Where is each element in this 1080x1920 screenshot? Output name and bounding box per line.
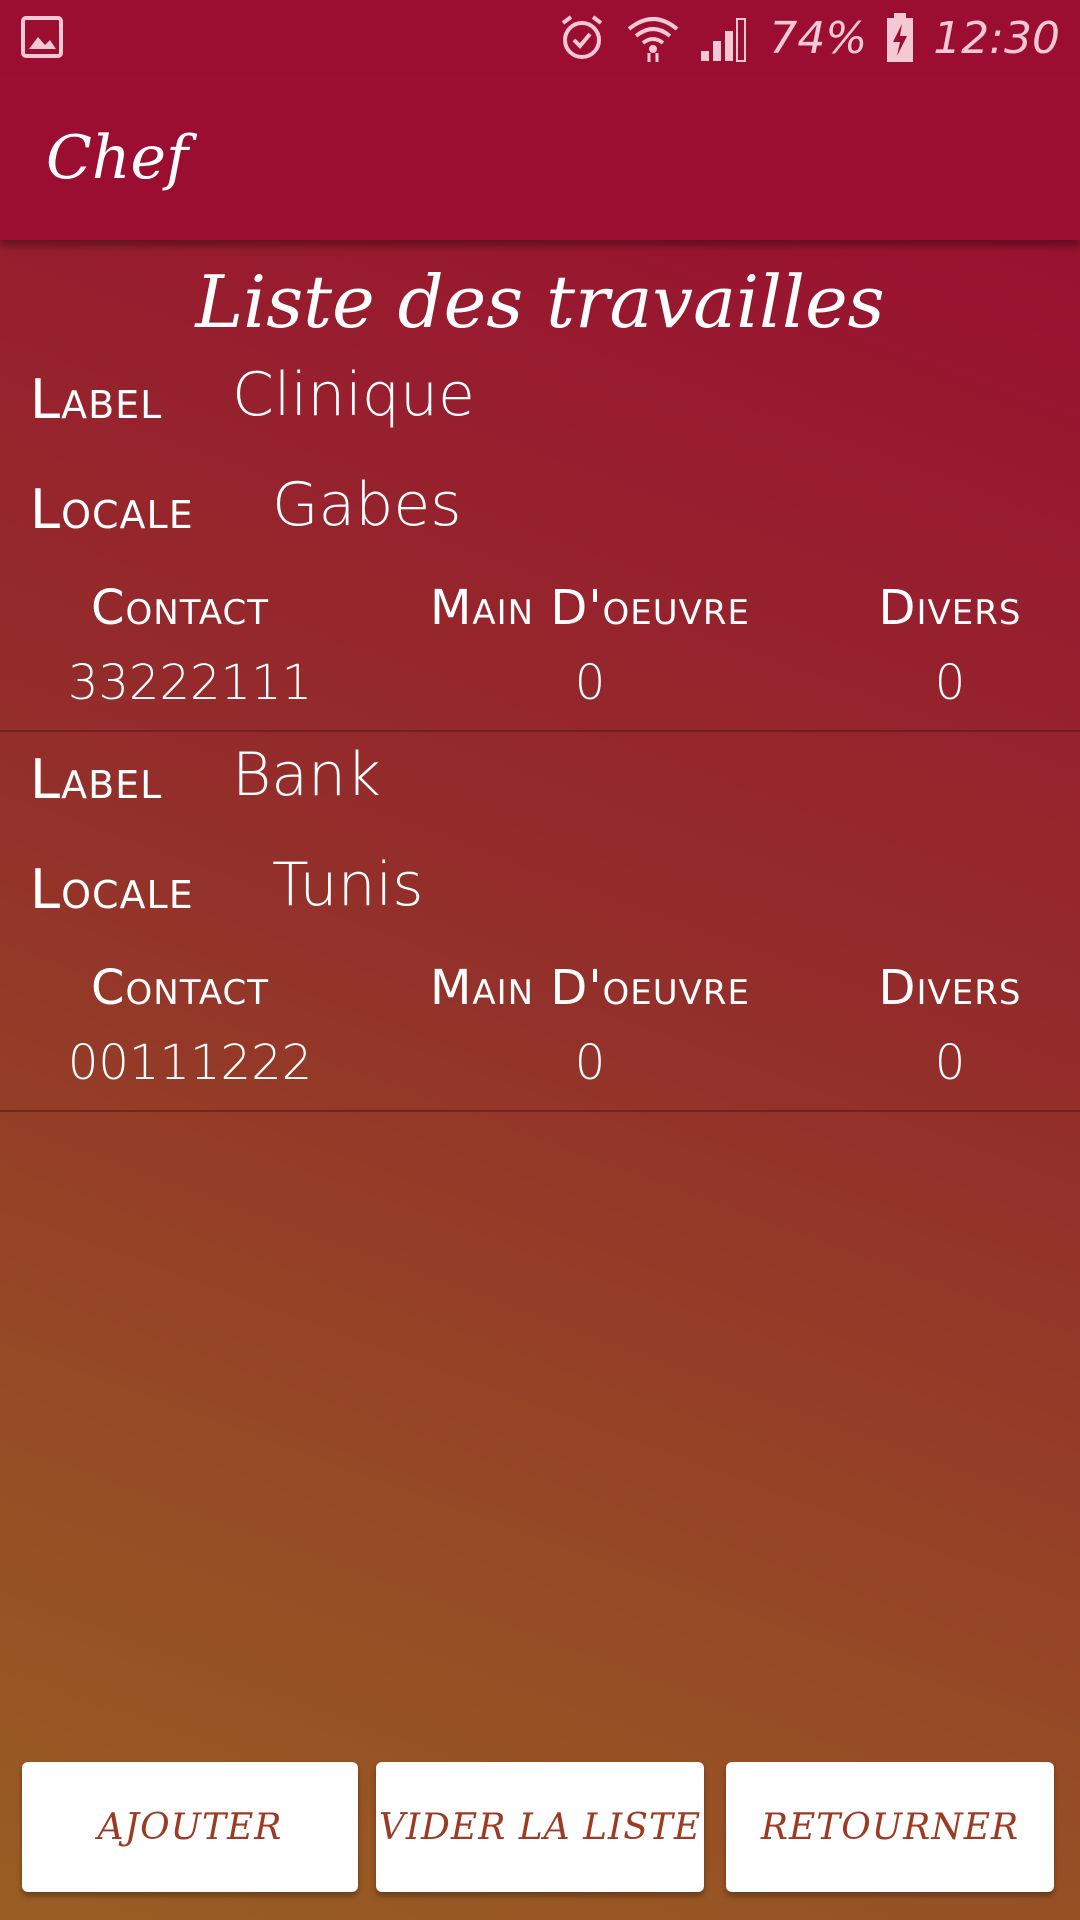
clock: 12:30 [933,12,1060,64]
locale-caption: Locale [30,478,194,541]
wifi-icon [628,17,679,62]
main-oeuvre-value: 0 [574,1035,606,1091]
main-oeuvre-header: Main D'oeuvre [429,580,751,636]
back-button[interactable]: RETOURNER [726,1762,1054,1892]
alarm-icon [562,15,603,59]
main-content: Liste des travailles Label Clinique Loca… [0,240,1080,1920]
status-bar: 74% 12:30 [0,0,1080,75]
divers-value: 0 [934,655,966,711]
add-button[interactable]: AJOUTER [22,1762,358,1892]
main-oeuvre-header: Main D'oeuvre [429,960,751,1016]
image-notification-icon [21,16,63,58]
label-caption: Label [30,368,163,431]
divers-header: Divers [878,960,1022,1016]
label-caption: Label [30,748,163,811]
locale-value: Tunis [272,850,424,920]
locale-caption: Locale [30,858,194,921]
label-value: Clinique [232,360,475,430]
contact-value: 00111222 [67,1035,313,1091]
divers-header: Divers [878,580,1022,636]
list-item[interactable]: Label Bank Locale Tunis Contact Main D'o… [0,730,1080,1112]
divers-value: 0 [934,1035,966,1091]
app-bar: Chef [0,75,1080,240]
label-value: Bank [232,740,381,810]
clear-list-button[interactable]: VIDER LA LISTE [376,1762,704,1892]
contact-header: Contact [90,580,269,636]
list-item[interactable]: Label Clinique Locale Gabes Contact Main… [0,350,1080,732]
contact-value: 33222111 [67,655,313,711]
main-oeuvre-value: 0 [574,655,606,711]
contact-header: Contact [90,960,269,1016]
page-title: Liste des travailles [195,260,885,344]
signal-icon [701,18,747,62]
battery-percent: 74% [769,12,868,64]
battery-charging-icon [887,13,914,62]
app-title: Chef [46,123,189,193]
locale-value: Gabes [272,470,462,540]
